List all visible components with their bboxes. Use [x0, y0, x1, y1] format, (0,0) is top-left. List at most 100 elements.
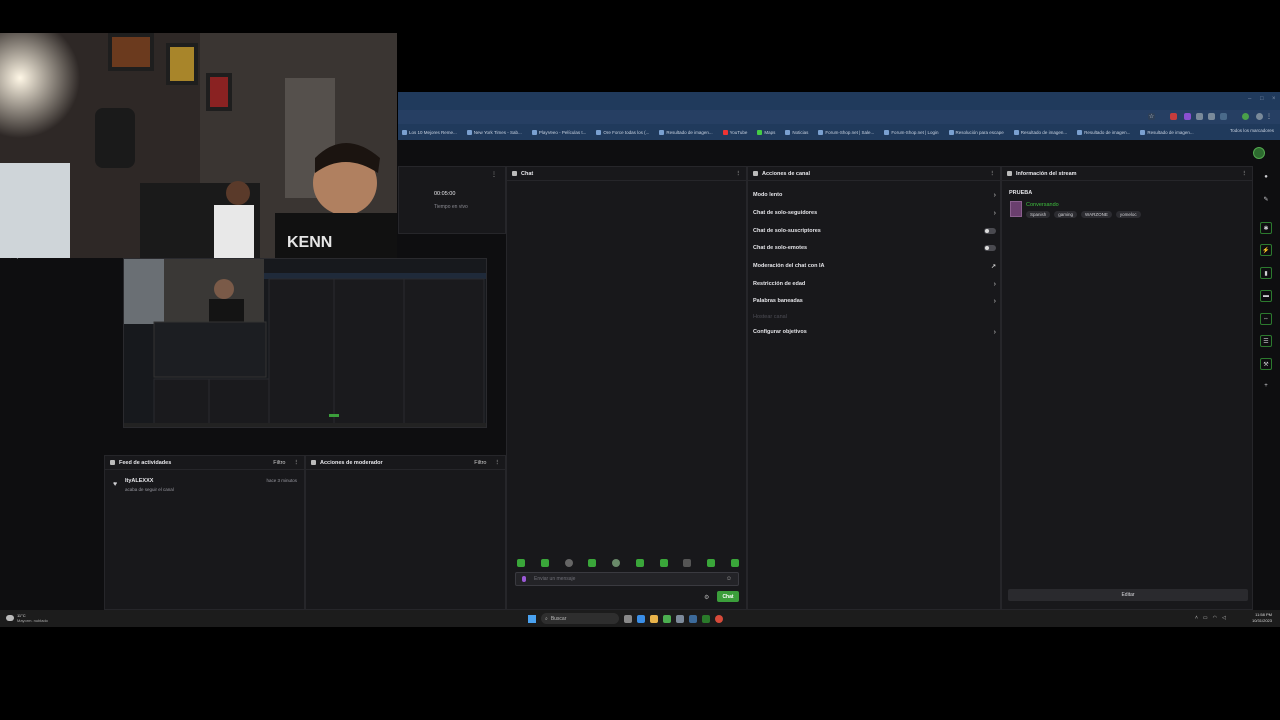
filter-button[interactable]: Filtro: [474, 460, 486, 466]
extension-icon[interactable]: [1170, 113, 1177, 120]
tag[interactable]: yomeloc: [1115, 211, 1141, 218]
extension-icon[interactable]: [1196, 113, 1203, 120]
bookmark[interactable]: Resolución para escape: [948, 129, 1004, 135]
tag[interactable]: gaming: [1054, 211, 1078, 218]
star-icon[interactable]: ☆: [1148, 113, 1155, 120]
quick-action-button[interactable]: ⚡: [1260, 244, 1272, 256]
toggle-switch[interactable]: [984, 245, 996, 251]
bookmark[interactable]: Resultado de imagen...: [1140, 129, 1194, 135]
quick-action-button[interactable]: ▮: [1260, 267, 1272, 279]
bookmark[interactable]: Forum-Shop.net | Login: [884, 129, 939, 135]
network-icon[interactable]: ▭: [1203, 615, 1208, 621]
action-banned-words[interactable]: Palabras baneadas ›: [753, 296, 996, 306]
action-configure-goals[interactable]: Configurar objetivos ›: [753, 327, 996, 337]
more-options-icon[interactable]: ⋮: [1242, 171, 1248, 177]
emote-icon[interactable]: [540, 559, 549, 567]
channel-actions-panel: Acciones de canal ⋮ Modo lento › Chat de …: [747, 166, 1001, 610]
profile-icon[interactable]: [1242, 113, 1249, 120]
file-explorer-icon[interactable]: [650, 614, 658, 623]
weather-widget[interactable]: 11°C Mayorm. nublado: [6, 613, 48, 623]
bookmark[interactable]: Resultado de imagen...: [1013, 129, 1067, 135]
start-icon[interactable]: [528, 614, 536, 623]
channel-actions-header: Acciones de canal ⋮: [748, 167, 1000, 181]
clock[interactable]: 11:58 PM 10/31/2023: [1252, 612, 1272, 624]
quick-action-button[interactable]: ☰: [1260, 335, 1272, 347]
minimize-icon[interactable]: –: [1248, 96, 1254, 102]
emote-icon[interactable]: [635, 559, 644, 567]
more-options-icon[interactable]: ⋮: [495, 460, 501, 466]
more-options-icon[interactable]: ⋮: [990, 171, 996, 177]
tag[interactable]: Spanish: [1026, 211, 1051, 218]
emote-icon[interactable]: [659, 559, 668, 567]
emote-icon[interactable]: [517, 559, 525, 567]
app-icon[interactable]: [702, 614, 710, 623]
address-bar[interactable]: ☆ ⋮: [398, 110, 1280, 124]
quick-action-button[interactable]: ▬: [1260, 290, 1272, 302]
extension-icon[interactable]: [1184, 113, 1191, 120]
add-action-icon[interactable]: +: [1260, 380, 1272, 392]
quick-action-button[interactable]: ✱: [1260, 222, 1272, 234]
taskbar-apps: ⌕ Buscar: [528, 613, 723, 624]
action-subscribers-only[interactable]: Chat de solo-suscriptores: [753, 226, 996, 236]
chrome-icon[interactable]: [715, 614, 723, 623]
user-avatar[interactable]: [1253, 147, 1265, 159]
all-bookmarks[interactable]: Todos los marcadores: [1230, 128, 1274, 133]
menu-icon[interactable]: ⋮: [1266, 113, 1273, 120]
bookmark[interactable]: YouTube: [722, 129, 747, 135]
bookmark[interactable]: Resultado de imagen...: [659, 129, 713, 135]
app-icon[interactable]: [676, 614, 684, 623]
send-chat-button[interactable]: Chat: [717, 591, 739, 602]
chevron-up-icon[interactable]: ˄: [1195, 615, 1198, 621]
emote-icon[interactable]: [707, 559, 716, 567]
maximize-icon[interactable]: □: [1260, 96, 1266, 102]
emote-icon[interactable]: [564, 559, 573, 567]
bookmark[interactable]: Forum-Shop.net | Sale...: [818, 129, 874, 135]
bookmark[interactable]: Ore Force todas los (...: [596, 129, 649, 135]
action-followers-only[interactable]: Chat de solo-seguidores ›: [753, 208, 996, 218]
bookmark[interactable]: PlayVeeo - Películas t...: [531, 129, 586, 135]
wifi-icon[interactable]: ◠: [1213, 615, 1217, 621]
more-options-icon[interactable]: ⋮: [736, 171, 742, 177]
steam-icon[interactable]: [689, 614, 697, 623]
action-age-restriction[interactable]: Restricción de edad ›: [753, 279, 996, 289]
volume-icon[interactable]: ◁: [1222, 615, 1226, 621]
action-emotes-only[interactable]: Chat de solo-emotes: [753, 243, 996, 253]
edge-icon[interactable]: [637, 614, 645, 623]
feed-username[interactable]: ItyALEXXX: [125, 478, 153, 484]
toggle-switch[interactable]: [984, 228, 996, 234]
bookmark[interactable]: Resultado de imagen...: [1077, 129, 1130, 135]
filter-button[interactable]: Filtro: [273, 460, 285, 466]
extensions-puzzle-icon[interactable]: [1208, 113, 1215, 120]
emote-icon[interactable]: [730, 559, 739, 567]
bookmark[interactable]: Los 10 Mejores Reme...: [402, 129, 457, 135]
quick-action-button[interactable]: ⚒: [1260, 358, 1272, 370]
bookmarks-bar: Los 10 Mejores Reme... New York Times - …: [398, 124, 1280, 140]
quick-action-button[interactable]: ⇔: [1260, 313, 1272, 325]
info-icon[interactable]: ●: [1260, 171, 1272, 183]
bookmark[interactable]: Noticias: [785, 129, 808, 135]
bookmark[interactable]: New York Times - Sab...: [466, 129, 522, 135]
edit-button[interactable]: Editar: [1008, 589, 1248, 601]
app-icon[interactable]: [663, 614, 671, 623]
more-options-icon[interactable]: ⋮: [294, 460, 300, 466]
taskbar-search[interactable]: ⌕ Buscar: [541, 613, 619, 624]
tag[interactable]: WARZONE: [1081, 211, 1112, 218]
bookmark-icon: [1140, 129, 1146, 135]
avatar[interactable]: [1256, 113, 1263, 120]
sidebar-icon[interactable]: [1220, 113, 1227, 120]
chat-input[interactable]: Enviar un mensaje ☺: [515, 572, 739, 586]
emote-icon[interactable]: [588, 559, 597, 567]
emote-icon[interactable]: [612, 559, 621, 567]
more-options-icon[interactable]: ⋮: [491, 171, 497, 178]
bookmark[interactable]: Maps: [757, 129, 775, 135]
pencil-icon[interactable]: ✎: [1260, 193, 1272, 205]
action-slow-mode[interactable]: Modo lento ›: [753, 190, 996, 200]
action-ai-moderation[interactable]: Moderación del chat con IA ↗: [753, 261, 996, 271]
youtube-icon: [722, 129, 728, 135]
emote-icon[interactable]: [683, 559, 692, 567]
gear-icon[interactable]: ⚙: [704, 594, 709, 601]
close-icon[interactable]: ×: [1272, 96, 1278, 102]
emoji-icon[interactable]: ☺: [726, 576, 732, 582]
task-view-icon[interactable]: [624, 614, 632, 623]
stream-category[interactable]: Conversando: [1026, 202, 1059, 208]
